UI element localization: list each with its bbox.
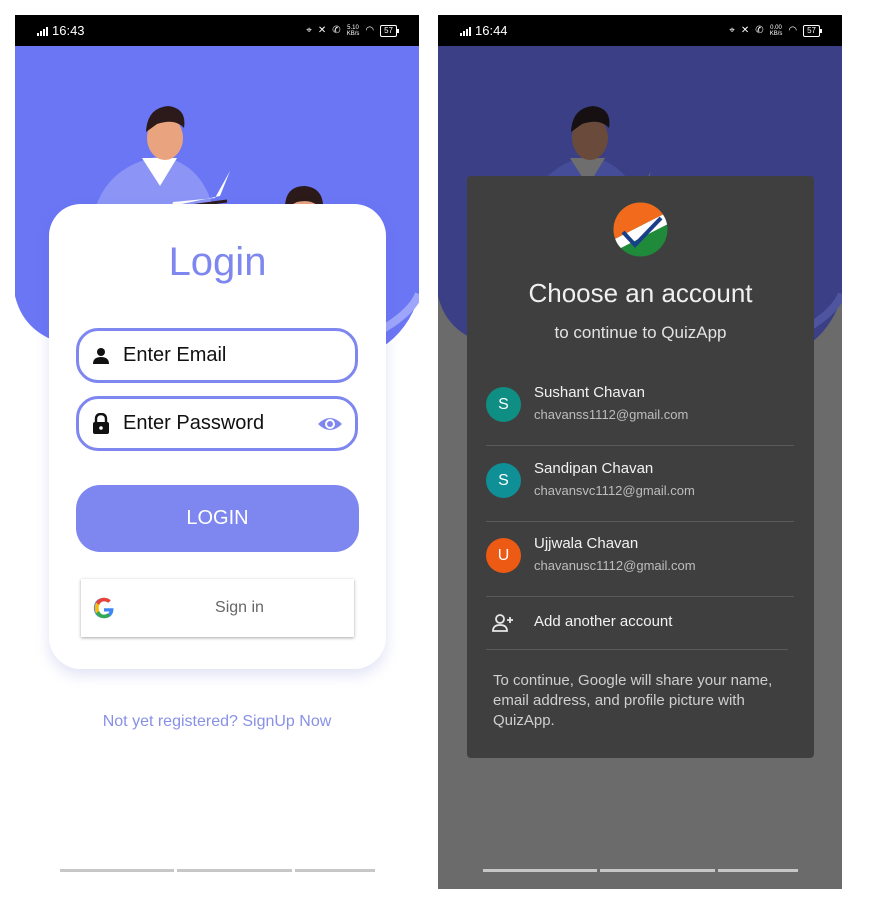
wifi-icon: ◠ — [788, 25, 798, 36]
signup-link[interactable]: Not yet registered? SignUp Now — [15, 713, 419, 731]
email-field[interactable]: Enter Email — [76, 328, 358, 383]
password-field[interactable]: Enter Password — [76, 396, 358, 451]
person-icon — [91, 345, 111, 367]
network-speed: 0.00 KB/s — [769, 24, 783, 37]
divider — [486, 649, 788, 650]
gesture-bar — [60, 869, 375, 872]
password-placeholder: Enter Password — [123, 412, 265, 434]
add-person-icon — [492, 614, 513, 632]
status-bar: 16:44 ⌖ ✕ ✆ 0.00 KB/s ◠ 57 — [438, 15, 842, 46]
battery-icon: 57 — [380, 24, 399, 37]
signal-icon — [460, 26, 471, 36]
status-time: 16:44 — [475, 23, 508, 38]
location-icon: ⌖ — [729, 25, 735, 36]
divider — [486, 596, 794, 597]
account-item-ujjwala[interactable]: U Ujjwala Chavan chavanusc1112@gmail.com — [486, 521, 794, 597]
call-icon: ✆ — [755, 25, 764, 36]
wifi-icon: ◠ — [365, 25, 375, 36]
account-item-sandipan[interactable]: S Sandipan Chavan chavansvc1112@gmail.co… — [486, 446, 794, 522]
signal-icon — [37, 26, 48, 36]
avatar: S — [486, 387, 521, 422]
avatar: S — [486, 463, 521, 498]
account-name: Sushant Chavan — [534, 384, 645, 401]
login-card: Login Enter Email Enter Password LOGIN S… — [49, 204, 386, 669]
login-screen: 16:43 ⌖ ✕ ✆ 5.10 KB/s ◠ 57 Login Enter Em… — [15, 15, 419, 889]
account-email: chavanusc1112@gmail.com — [534, 558, 696, 573]
lock-icon — [91, 412, 111, 435]
gesture-bar — [483, 869, 798, 872]
mute-icon: ✕ — [317, 25, 327, 36]
dialog-title: Choose an account — [528, 278, 753, 308]
eye-icon[interactable] — [317, 413, 343, 435]
account-name: Sandipan Chavan — [534, 460, 654, 477]
google-sign-in-button[interactable]: Sign in — [81, 579, 354, 637]
battery-icon: 57 — [803, 24, 822, 37]
avatar: U — [486, 538, 521, 573]
choose-account-dialog: Choose an account to continue to QuizApp… — [467, 176, 814, 758]
email-placeholder: Enter Email — [123, 344, 227, 366]
status-bar: 16:43 ⌖ ✕ ✆ 5.10 KB/s ◠ 57 — [15, 15, 419, 46]
account-item-sushant[interactable]: S Sushant Chavan chavanss1112@gmail.com — [486, 370, 794, 446]
login-title: Login — [168, 240, 267, 284]
status-time: 16:43 — [52, 23, 85, 38]
google-sign-in-label: Sign in — [215, 599, 264, 616]
mute-icon: ✕ — [740, 25, 750, 36]
account-name: Ujjwala Chavan — [534, 535, 639, 552]
quizapp-logo-icon — [613, 202, 668, 257]
add-another-account-button[interactable]: Add another account — [486, 600, 788, 650]
dialog-subtitle: to continue to QuizApp — [554, 323, 727, 342]
login-button[interactable]: LOGIN — [76, 485, 359, 552]
account-chooser-screen: 16:44 ⌖ ✕ ✆ 0.00 KB/s ◠ 57 Choose an acc… — [438, 15, 842, 889]
add-another-account-label: Add another account — [534, 613, 673, 630]
account-email: chavanss1112@gmail.com — [534, 407, 689, 422]
account-email: chavansvc1112@gmail.com — [534, 483, 695, 498]
location-icon: ⌖ — [306, 25, 312, 36]
call-icon: ✆ — [332, 25, 341, 36]
privacy-note: To continue, Google will share your name… — [493, 672, 773, 729]
network-speed: 5.10 KB/s — [346, 24, 360, 37]
